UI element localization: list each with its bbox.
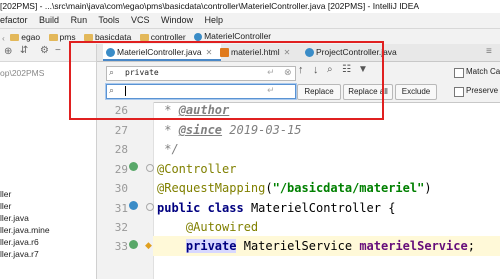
window-title: [202PMS] - ...\src\main\java\com\egao\pm… xyxy=(0,1,420,11)
folder-icon xyxy=(48,33,58,41)
menu-bar: efactor Build Run Tools VCS Window Help xyxy=(0,13,500,29)
preserve-case-label: Preserve C xyxy=(466,86,500,95)
tree-item[interactable]: ller xyxy=(0,188,11,200)
line-number: 33 xyxy=(114,240,128,253)
menu-build[interactable]: Build xyxy=(39,15,59,25)
code-line: private MaterielService materielService; xyxy=(185,239,475,253)
tree-item[interactable]: ller.java.mine xyxy=(0,224,50,236)
menu-window[interactable]: Window xyxy=(161,15,193,25)
class-hierarchy-icon[interactable] xyxy=(129,201,138,210)
tree-item[interactable]: ller.java.r7 xyxy=(0,248,39,260)
settings-icon[interactable]: ⚙ xyxy=(40,45,49,56)
class-icon xyxy=(194,32,203,41)
menu-run[interactable]: Run xyxy=(71,15,88,25)
tab-list-icon[interactable]: ≡ xyxy=(486,46,492,57)
line-number: 28 xyxy=(114,143,128,156)
chevron-left-icon: ‹ xyxy=(2,32,5,43)
line-number: 27 xyxy=(114,124,128,137)
code-line: */ xyxy=(157,142,179,156)
fold-icon[interactable] xyxy=(146,203,154,211)
tree-item[interactable]: ller.java.r6 xyxy=(0,236,39,248)
line-number: 29 xyxy=(114,163,128,176)
tree-item[interactable]: ller xyxy=(0,200,11,212)
match-case-checkbox[interactable] xyxy=(454,68,464,78)
menu-refactor[interactable]: efactor xyxy=(0,15,28,25)
tree-item[interactable]: ller.java xyxy=(0,212,29,224)
folder-icon xyxy=(83,33,93,41)
highlight-box xyxy=(69,41,384,120)
menu-tools[interactable]: Tools xyxy=(98,15,119,25)
fold-icon[interactable] xyxy=(146,164,154,172)
autowired-bean-icon[interactable] xyxy=(129,240,138,249)
folder-icon xyxy=(139,33,149,41)
folder-icon xyxy=(10,33,20,41)
match-case-label: Match Cas xyxy=(466,67,500,76)
code-line: @Autowired xyxy=(185,220,259,234)
line-number: 30 xyxy=(114,182,128,195)
collapse-icon[interactable]: ⇵ xyxy=(20,45,28,56)
line-number: 32 xyxy=(114,221,128,234)
search-match: private xyxy=(185,239,237,253)
code-line: * @since 2019-03-15 xyxy=(157,123,302,137)
exclude-button[interactable]: Exclude xyxy=(395,84,437,100)
code-line: @Controller xyxy=(157,162,237,176)
preserve-case-checkbox[interactable] xyxy=(454,87,464,97)
line-number: 31 xyxy=(114,202,128,215)
code-line: public class MaterielController { xyxy=(157,201,396,215)
project-path: op\202PMS xyxy=(0,68,45,78)
hide-panel-icon[interactable]: − xyxy=(55,45,61,56)
globe-icon[interactable]: ⊕ xyxy=(4,46,12,57)
code-line: @RequestMapping("/basicdata/materiel") xyxy=(157,181,432,195)
spring-bean-icon[interactable] xyxy=(129,162,138,171)
menu-vcs[interactable]: VCS xyxy=(131,15,150,25)
lightbulb-icon[interactable]: ◆ xyxy=(145,240,152,251)
menu-help[interactable]: Help xyxy=(205,15,224,25)
window-title-bar: [202PMS] - ...\src\main\java\com\egao\pm… xyxy=(0,0,500,13)
breadcrumb-item-egao[interactable]: egao xyxy=(10,30,40,45)
